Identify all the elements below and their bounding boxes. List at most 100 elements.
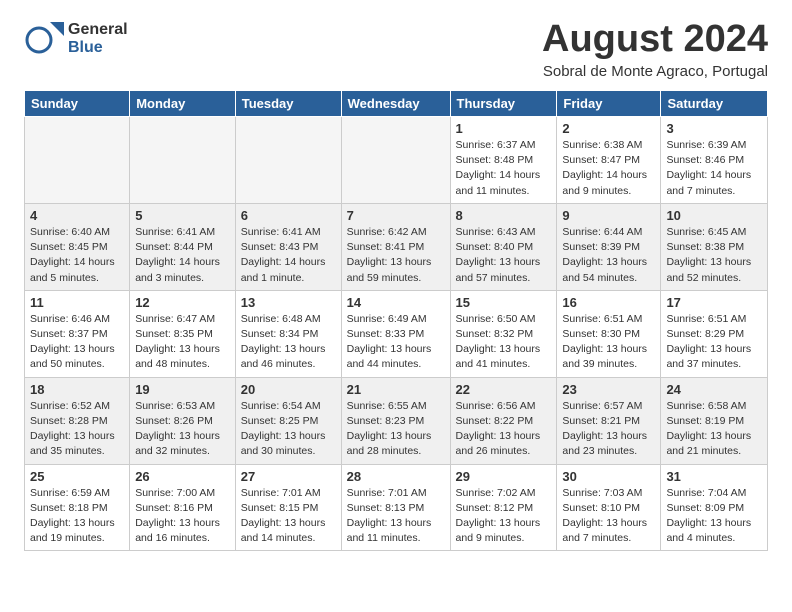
day-info: Sunrise: 7:01 AM Sunset: 8:15 PM Dayligh… — [241, 486, 336, 547]
calendar-cell: 1 Sunrise: 6:37 AM Sunset: 8:48 PM Daylig… — [450, 117, 557, 204]
day-number: 11 — [30, 295, 124, 310]
day-number: 12 — [135, 295, 230, 310]
calendar-table: SundayMondayTuesdayWednesdayThursdayFrid… — [24, 90, 768, 551]
day-info: Sunrise: 6:47 AM Sunset: 8:35 PM Dayligh… — [135, 312, 230, 373]
calendar-cell: 24 Sunrise: 6:58 AM Sunset: 8:19 PM Dayli… — [661, 377, 768, 464]
day-number: 24 — [666, 382, 762, 397]
day-info: Sunrise: 6:38 AM Sunset: 8:47 PM Dayligh… — [562, 138, 655, 199]
day-info: Sunrise: 6:51 AM Sunset: 8:29 PM Dayligh… — [666, 312, 762, 373]
calendar-cell: 19 Sunrise: 6:53 AM Sunset: 8:26 PM Dayli… — [130, 377, 236, 464]
day-info: Sunrise: 6:45 AM Sunset: 8:38 PM Dayligh… — [666, 225, 762, 286]
calendar-wrap: SundayMondayTuesdayWednesdayThursdayFrid… — [0, 90, 792, 563]
logo: General Blue — [24, 18, 128, 60]
day-number: 17 — [666, 295, 762, 310]
day-number: 16 — [562, 295, 655, 310]
calendar-cell: 21 Sunrise: 6:55 AM Sunset: 8:23 PM Dayli… — [341, 377, 450, 464]
calendar-row-2: 11 Sunrise: 6:46 AM Sunset: 8:37 PM Dayli… — [25, 290, 768, 377]
day-info: Sunrise: 6:43 AM Sunset: 8:40 PM Dayligh… — [456, 225, 552, 286]
day-number: 3 — [666, 121, 762, 136]
day-info: Sunrise: 6:54 AM Sunset: 8:25 PM Dayligh… — [241, 399, 336, 460]
col-header-saturday: Saturday — [661, 91, 768, 117]
calendar-cell: 3 Sunrise: 6:39 AM Sunset: 8:46 PM Daylig… — [661, 117, 768, 204]
calendar-cell: 23 Sunrise: 6:57 AM Sunset: 8:21 PM Dayli… — [557, 377, 661, 464]
day-info: Sunrise: 6:50 AM Sunset: 8:32 PM Dayligh… — [456, 312, 552, 373]
day-number: 21 — [347, 382, 445, 397]
day-info: Sunrise: 6:57 AM Sunset: 8:21 PM Dayligh… — [562, 399, 655, 460]
title-section: August 2024 Sobral de Monte Agraco, Port… — [542, 18, 768, 80]
day-info: Sunrise: 6:41 AM Sunset: 8:43 PM Dayligh… — [241, 225, 336, 286]
calendar-cell: 16 Sunrise: 6:51 AM Sunset: 8:30 PM Dayli… — [557, 290, 661, 377]
day-number: 15 — [456, 295, 552, 310]
calendar-cell: 30 Sunrise: 7:03 AM Sunset: 8:10 PM Dayli… — [557, 464, 661, 551]
day-info: Sunrise: 6:58 AM Sunset: 8:19 PM Dayligh… — [666, 399, 762, 460]
col-header-thursday: Thursday — [450, 91, 557, 117]
day-number: 31 — [666, 469, 762, 484]
calendar-cell: 7Sunrise: 6:42 AM Sunset: 8:41 PM Daylig… — [341, 203, 450, 290]
logo-graphic — [24, 18, 66, 60]
calendar-cell — [235, 117, 341, 204]
day-info: Sunrise: 7:02 AM Sunset: 8:12 PM Dayligh… — [456, 486, 552, 547]
day-number: 25 — [30, 469, 124, 484]
calendar-cell: 27 Sunrise: 7:01 AM Sunset: 8:15 PM Dayli… — [235, 464, 341, 551]
day-number: 5 — [135, 208, 230, 223]
day-number: 23 — [562, 382, 655, 397]
calendar-cell: 28 Sunrise: 7:01 AM Sunset: 8:13 PM Dayli… — [341, 464, 450, 551]
month-title: August 2024 — [542, 18, 768, 61]
day-number: 18 — [30, 382, 124, 397]
day-number: 10 — [666, 208, 762, 223]
calendar-cell: 20 Sunrise: 6:54 AM Sunset: 8:25 PM Dayli… — [235, 377, 341, 464]
day-number: 14 — [347, 295, 445, 310]
col-header-friday: Friday — [557, 91, 661, 117]
day-info: Sunrise: 6:53 AM Sunset: 8:26 PM Dayligh… — [135, 399, 230, 460]
day-number: 13 — [241, 295, 336, 310]
day-info: Sunrise: 6:52 AM Sunset: 8:28 PM Dayligh… — [30, 399, 124, 460]
day-info: Sunrise: 6:46 AM Sunset: 8:37 PM Dayligh… — [30, 312, 124, 373]
day-info: Sunrise: 7:01 AM Sunset: 8:13 PM Dayligh… — [347, 486, 445, 547]
day-info: Sunrise: 6:51 AM Sunset: 8:30 PM Dayligh… — [562, 312, 655, 373]
day-info: Sunrise: 6:37 AM Sunset: 8:48 PM Dayligh… — [456, 138, 552, 199]
day-number: 2 — [562, 121, 655, 136]
day-info: Sunrise: 7:03 AM Sunset: 8:10 PM Dayligh… — [562, 486, 655, 547]
day-number: 26 — [135, 469, 230, 484]
calendar-cell: 2 Sunrise: 6:38 AM Sunset: 8:47 PM Daylig… — [557, 117, 661, 204]
day-number: 28 — [347, 469, 445, 484]
calendar-row-1: 4Sunrise: 6:40 AM Sunset: 8:45 PM Daylig… — [25, 203, 768, 290]
day-number: 29 — [456, 469, 552, 484]
calendar-cell: 6Sunrise: 6:41 AM Sunset: 8:43 PM Daylig… — [235, 203, 341, 290]
day-number: 22 — [456, 382, 552, 397]
calendar-cell: 5Sunrise: 6:41 AM Sunset: 8:44 PM Daylig… — [130, 203, 236, 290]
calendar-cell: 10 Sunrise: 6:45 AM Sunset: 8:38 PM Dayli… — [661, 203, 768, 290]
col-header-monday: Monday — [130, 91, 236, 117]
calendar-cell — [130, 117, 236, 204]
calendar-cell: 26Sunrise: 7:00 AM Sunset: 8:16 PM Dayli… — [130, 464, 236, 551]
col-header-sunday: Sunday — [25, 91, 130, 117]
calendar-cell: 18 Sunrise: 6:52 AM Sunset: 8:28 PM Dayli… — [25, 377, 130, 464]
day-info: Sunrise: 6:55 AM Sunset: 8:23 PM Dayligh… — [347, 399, 445, 460]
calendar-cell: 22 Sunrise: 6:56 AM Sunset: 8:22 PM Dayli… — [450, 377, 557, 464]
day-info: Sunrise: 6:44 AM Sunset: 8:39 PM Dayligh… — [562, 225, 655, 286]
day-number: 1 — [456, 121, 552, 136]
day-number: 27 — [241, 469, 336, 484]
day-info: Sunrise: 6:48 AM Sunset: 8:34 PM Dayligh… — [241, 312, 336, 373]
calendar-body: 1 Sunrise: 6:37 AM Sunset: 8:48 PM Daylig… — [25, 117, 768, 551]
calendar-cell: 17 Sunrise: 6:51 AM Sunset: 8:29 PM Dayli… — [661, 290, 768, 377]
day-number: 7 — [347, 208, 445, 223]
day-info: Sunrise: 6:39 AM Sunset: 8:46 PM Dayligh… — [666, 138, 762, 199]
calendar-row-4: 25 Sunrise: 6:59 AM Sunset: 8:18 PM Dayli… — [25, 464, 768, 551]
calendar-cell: 9 Sunrise: 6:44 AM Sunset: 8:39 PM Daylig… — [557, 203, 661, 290]
day-number: 20 — [241, 382, 336, 397]
calendar-row-3: 18 Sunrise: 6:52 AM Sunset: 8:28 PM Dayli… — [25, 377, 768, 464]
calendar-row-0: 1 Sunrise: 6:37 AM Sunset: 8:48 PM Daylig… — [25, 117, 768, 204]
day-number: 9 — [562, 208, 655, 223]
col-header-wednesday: Wednesday — [341, 91, 450, 117]
page-header: General Blue August 2024 Sobral de Monte… — [0, 0, 792, 90]
calendar-cell: 15 Sunrise: 6:50 AM Sunset: 8:32 PM Dayli… — [450, 290, 557, 377]
calendar-cell: 29 Sunrise: 7:02 AM Sunset: 8:12 PM Dayli… — [450, 464, 557, 551]
logo-general: General — [68, 21, 128, 39]
day-number: 30 — [562, 469, 655, 484]
day-info: Sunrise: 6:59 AM Sunset: 8:18 PM Dayligh… — [30, 486, 124, 547]
calendar-cell: 12 Sunrise: 6:47 AM Sunset: 8:35 PM Dayli… — [130, 290, 236, 377]
calendar-cell: 4Sunrise: 6:40 AM Sunset: 8:45 PM Daylig… — [25, 203, 130, 290]
day-number: 19 — [135, 382, 230, 397]
day-info: Sunrise: 6:56 AM Sunset: 8:22 PM Dayligh… — [456, 399, 552, 460]
